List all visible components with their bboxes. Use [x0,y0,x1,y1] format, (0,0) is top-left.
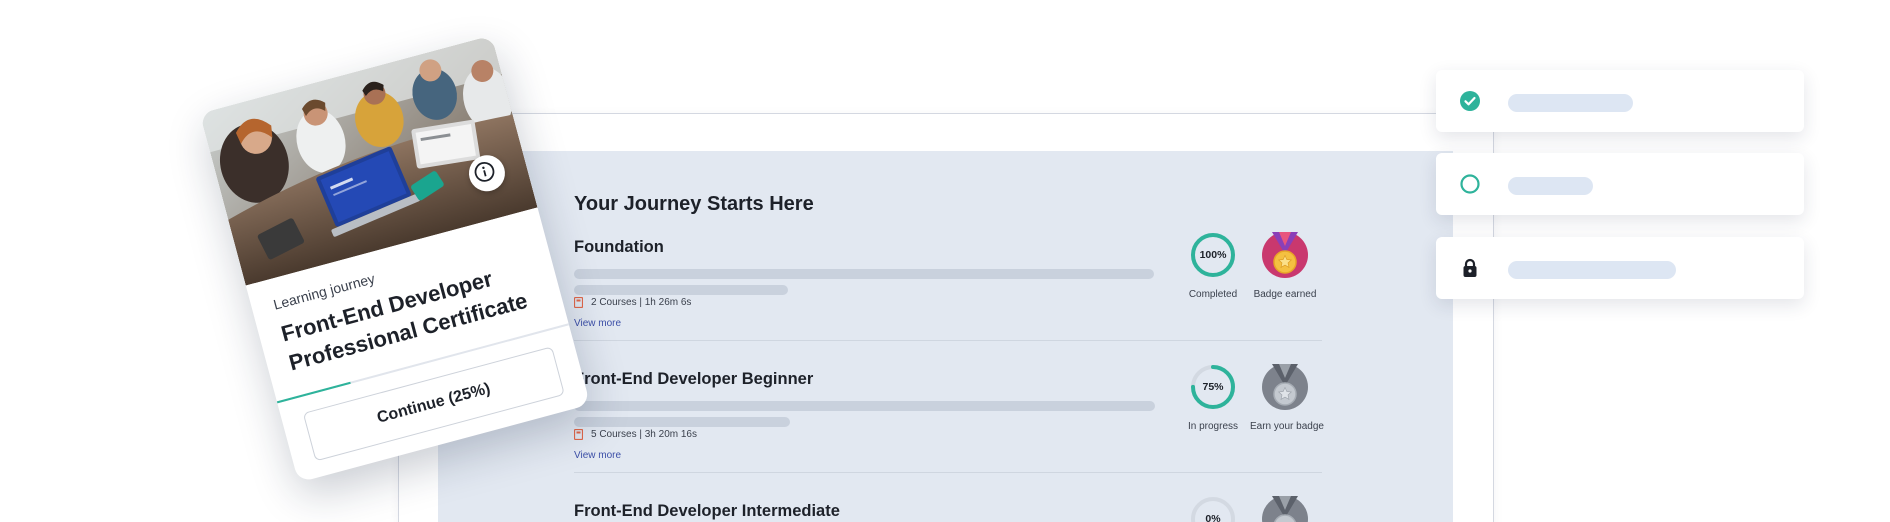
course-card[interactable]: Learning journey Front-End Developer Pro… [199,35,591,483]
progress-percent: 75% [1202,381,1224,393]
empty-circle-icon [1460,174,1480,194]
view-more-link[interactable]: View more [574,318,621,329]
progress-percent: 100% [1199,249,1227,261]
description-placeholder-line [574,269,1154,279]
checklist-placeholder-bar [1508,261,1676,279]
module-foundation: Foundation 2 Courses | 1h 26m 6s View mo… [574,232,1322,350]
progress-ring: 75% [1190,364,1236,410]
module-title: Foundation [574,238,664,256]
book-icon [574,297,583,308]
progress-status: Completed [1188,289,1238,300]
badge-status: Earn your badge [1250,421,1324,432]
module-divider [574,472,1322,473]
description-placeholder-line [574,417,790,427]
info-icon [474,161,495,182]
module-intermediate: Front-End Developer Intermediate 0% [574,496,1322,522]
description-placeholder-line [574,401,1155,411]
progress-status: In progress [1187,421,1239,432]
card-progress-fill [276,381,351,404]
view-more-link[interactable]: View more [574,450,621,461]
module-meta: 5 Courses | 3h 20m 16s [574,429,697,440]
checklist-item-open [1436,153,1804,215]
badge-locked-medal-icon [1262,364,1308,410]
module-title: Front-End Developer Beginner [574,370,814,388]
check-circle-icon [1460,91,1480,111]
progress-ring: 100% [1190,232,1236,278]
description-placeholder-line [574,285,788,295]
journey-heading: Your Journey Starts Here [574,193,814,215]
module-beginner: Front-End Developer Beginner 5 Courses |… [574,364,1324,482]
module-meta-text: 2 Courses | 1h 26m 6s [591,297,692,308]
module-title: Front-End Developer Intermediate [574,502,840,520]
module-meta-text: 5 Courses | 3h 20m 16s [591,429,697,440]
page: Your Journey Starts Here Foundation 2 Co… [0,0,1890,522]
badge-earned-medal-icon [1262,232,1308,278]
lock-icon [1463,258,1477,277]
book-icon [574,429,583,440]
checklist-placeholder-bar [1508,94,1633,112]
progress-ring: 0% [1190,496,1236,522]
module-meta: 2 Courses | 1h 26m 6s [574,297,691,308]
progress-percent: 0% [1205,513,1221,522]
course-photo [199,35,538,286]
badge-status: Badge earned [1253,289,1317,300]
checklist-item-locked [1436,237,1804,299]
badge-locked-medal-icon [1262,496,1308,522]
module-divider [574,340,1322,341]
checklist-placeholder-bar [1508,177,1594,195]
checklist-item-done [1436,70,1804,132]
